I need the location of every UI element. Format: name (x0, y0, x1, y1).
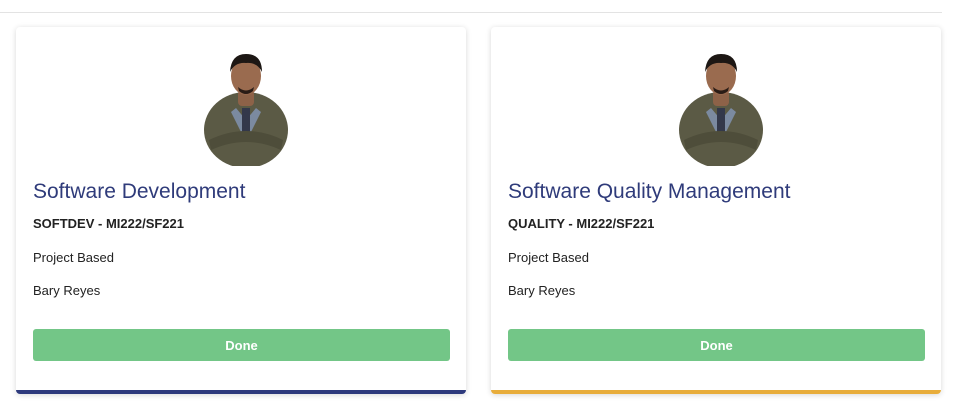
course-title[interactable]: Software Development (33, 180, 245, 204)
course-teacher: Bary Reyes (33, 283, 101, 298)
course-card[interactable]: Software Quality Management QUALITY - MI… (491, 27, 941, 394)
card-accent-bar (16, 390, 466, 394)
done-button[interactable]: Done (508, 329, 925, 361)
course-code: SOFTDEV - MI222/SF221 (33, 216, 184, 231)
course-teacher: Bary Reyes (508, 283, 576, 298)
done-button[interactable]: Done (33, 329, 450, 361)
card-accent-bar (491, 390, 941, 394)
course-type: Project Based (508, 250, 589, 265)
course-code: QUALITY - MI222/SF221 (508, 216, 655, 231)
course-title[interactable]: Software Quality Management (508, 180, 790, 204)
teacher-avatar (679, 54, 763, 166)
top-divider (0, 12, 942, 13)
teacher-avatar (204, 54, 288, 166)
course-type: Project Based (33, 250, 114, 265)
course-card[interactable]: Software Development SOFTDEV - MI222/SF2… (16, 27, 466, 394)
